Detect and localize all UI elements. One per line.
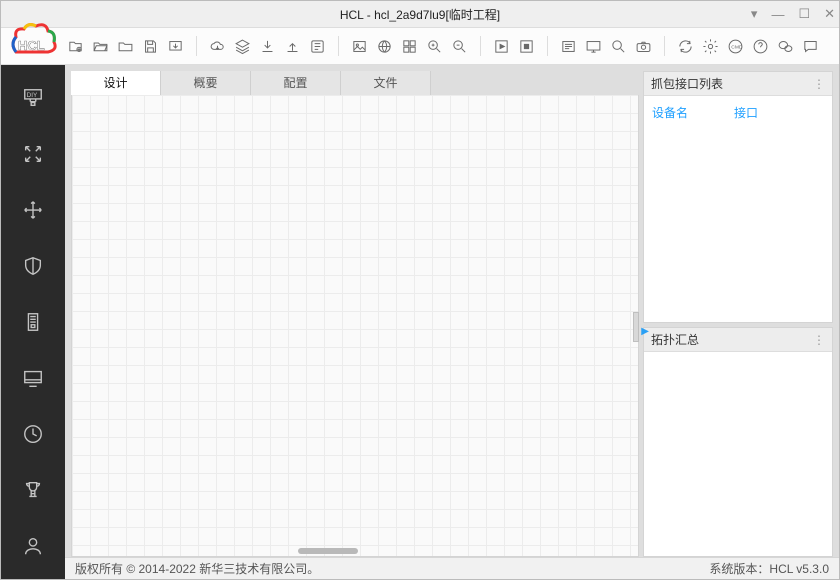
- image-button[interactable]: [349, 36, 370, 57]
- zoom-in-button[interactable]: [424, 36, 445, 57]
- dropdown-icon[interactable]: ▾: [751, 6, 758, 22]
- col-device[interactable]: 设备名: [652, 104, 688, 121]
- maximize-button[interactable]: ☐: [798, 6, 810, 22]
- cmd-button[interactable]: CMD: [725, 36, 746, 57]
- minimize-button[interactable]: —: [771, 7, 784, 22]
- app-logo: HCL: [6, 22, 58, 65]
- monitor-tool[interactable]: [20, 365, 46, 391]
- workspace-tabs: 设计 概要 配置 文件: [71, 71, 639, 95]
- monitor-button[interactable]: [583, 36, 604, 57]
- play-button[interactable]: [491, 36, 512, 57]
- save-button[interactable]: [140, 36, 161, 57]
- download-button[interactable]: [257, 36, 278, 57]
- main-toolbar: CMD: [1, 27, 839, 65]
- settings-button[interactable]: [700, 36, 721, 57]
- topology-panel: 拓扑汇总 ⋮: [643, 327, 833, 557]
- diy-tool[interactable]: DIY: [20, 85, 46, 111]
- tab-overview[interactable]: 概要: [161, 71, 251, 95]
- left-sidebar: DIY: [1, 65, 65, 579]
- svg-text:DIY: DIY: [27, 92, 38, 99]
- svg-text:CMD: CMD: [731, 44, 743, 50]
- close-button[interactable]: ✕: [824, 6, 835, 22]
- shield-tool[interactable]: [20, 253, 46, 279]
- list-button[interactable]: [558, 36, 579, 57]
- copyright-text: 版权所有 © 2014-2022 新华三技术有限公司。: [75, 560, 319, 577]
- wechat-button[interactable]: [775, 36, 796, 57]
- expand-tool[interactable]: [20, 141, 46, 167]
- help-button[interactable]: [750, 36, 771, 57]
- open-button[interactable]: [90, 36, 111, 57]
- move-tool[interactable]: [20, 197, 46, 223]
- camera-button[interactable]: [633, 36, 654, 57]
- cloud-download-button[interactable]: [207, 36, 228, 57]
- capture-panel-title: 抓包接口列表: [651, 75, 723, 92]
- workspace: 设计 概要 配置 文件 ▶: [71, 71, 639, 557]
- folder-button[interactable]: [115, 36, 136, 57]
- stop-button[interactable]: [516, 36, 537, 57]
- svg-text:HCL: HCL: [18, 38, 45, 53]
- refresh-button[interactable]: [675, 36, 696, 57]
- window-title: HCL - hcl_2a9d7lu9[临时工程]: [340, 6, 500, 23]
- topology-panel-title: 拓扑汇总: [651, 331, 699, 348]
- hub-tool[interactable]: [20, 421, 46, 447]
- upload-button[interactable]: [282, 36, 303, 57]
- trophy-tool[interactable]: [20, 477, 46, 503]
- status-bar: 版权所有 © 2014-2022 新华三技术有限公司。 系统版本：HCL v5.…: [65, 557, 839, 579]
- search-button[interactable]: [608, 36, 629, 57]
- grid-button[interactable]: [399, 36, 420, 57]
- tab-file[interactable]: 文件: [341, 71, 431, 95]
- globe-button[interactable]: [374, 36, 395, 57]
- splitter-handle[interactable]: [633, 312, 639, 342]
- capture-panel: 抓包接口列表 ⋮ 设备名 接口: [643, 71, 833, 323]
- title-bar: HCL - hcl_2a9d7lu9[临时工程] ▾ — ☐ ✕: [1, 1, 839, 27]
- panel-menu-icon[interactable]: ⋮: [813, 77, 825, 91]
- zoom-out-button[interactable]: [449, 36, 470, 57]
- tab-design[interactable]: 设计: [71, 71, 161, 95]
- design-canvas[interactable]: ▶: [71, 95, 639, 557]
- server-tool[interactable]: [20, 309, 46, 335]
- horizontal-scrollbar[interactable]: [298, 548, 358, 554]
- layers-button[interactable]: [232, 36, 253, 57]
- splitter-arrow-icon[interactable]: ▶: [641, 326, 649, 337]
- version-text: 系统版本：HCL v5.3.0: [709, 560, 829, 577]
- template-button[interactable]: [307, 36, 328, 57]
- feedback-button[interactable]: [800, 36, 821, 57]
- user-tool[interactable]: [20, 533, 46, 559]
- tab-config[interactable]: 配置: [251, 71, 341, 95]
- col-interface[interactable]: 接口: [734, 104, 758, 121]
- new-project-button[interactable]: [65, 36, 86, 57]
- export-button[interactable]: [165, 36, 186, 57]
- panel-menu-icon[interactable]: ⋮: [813, 333, 825, 347]
